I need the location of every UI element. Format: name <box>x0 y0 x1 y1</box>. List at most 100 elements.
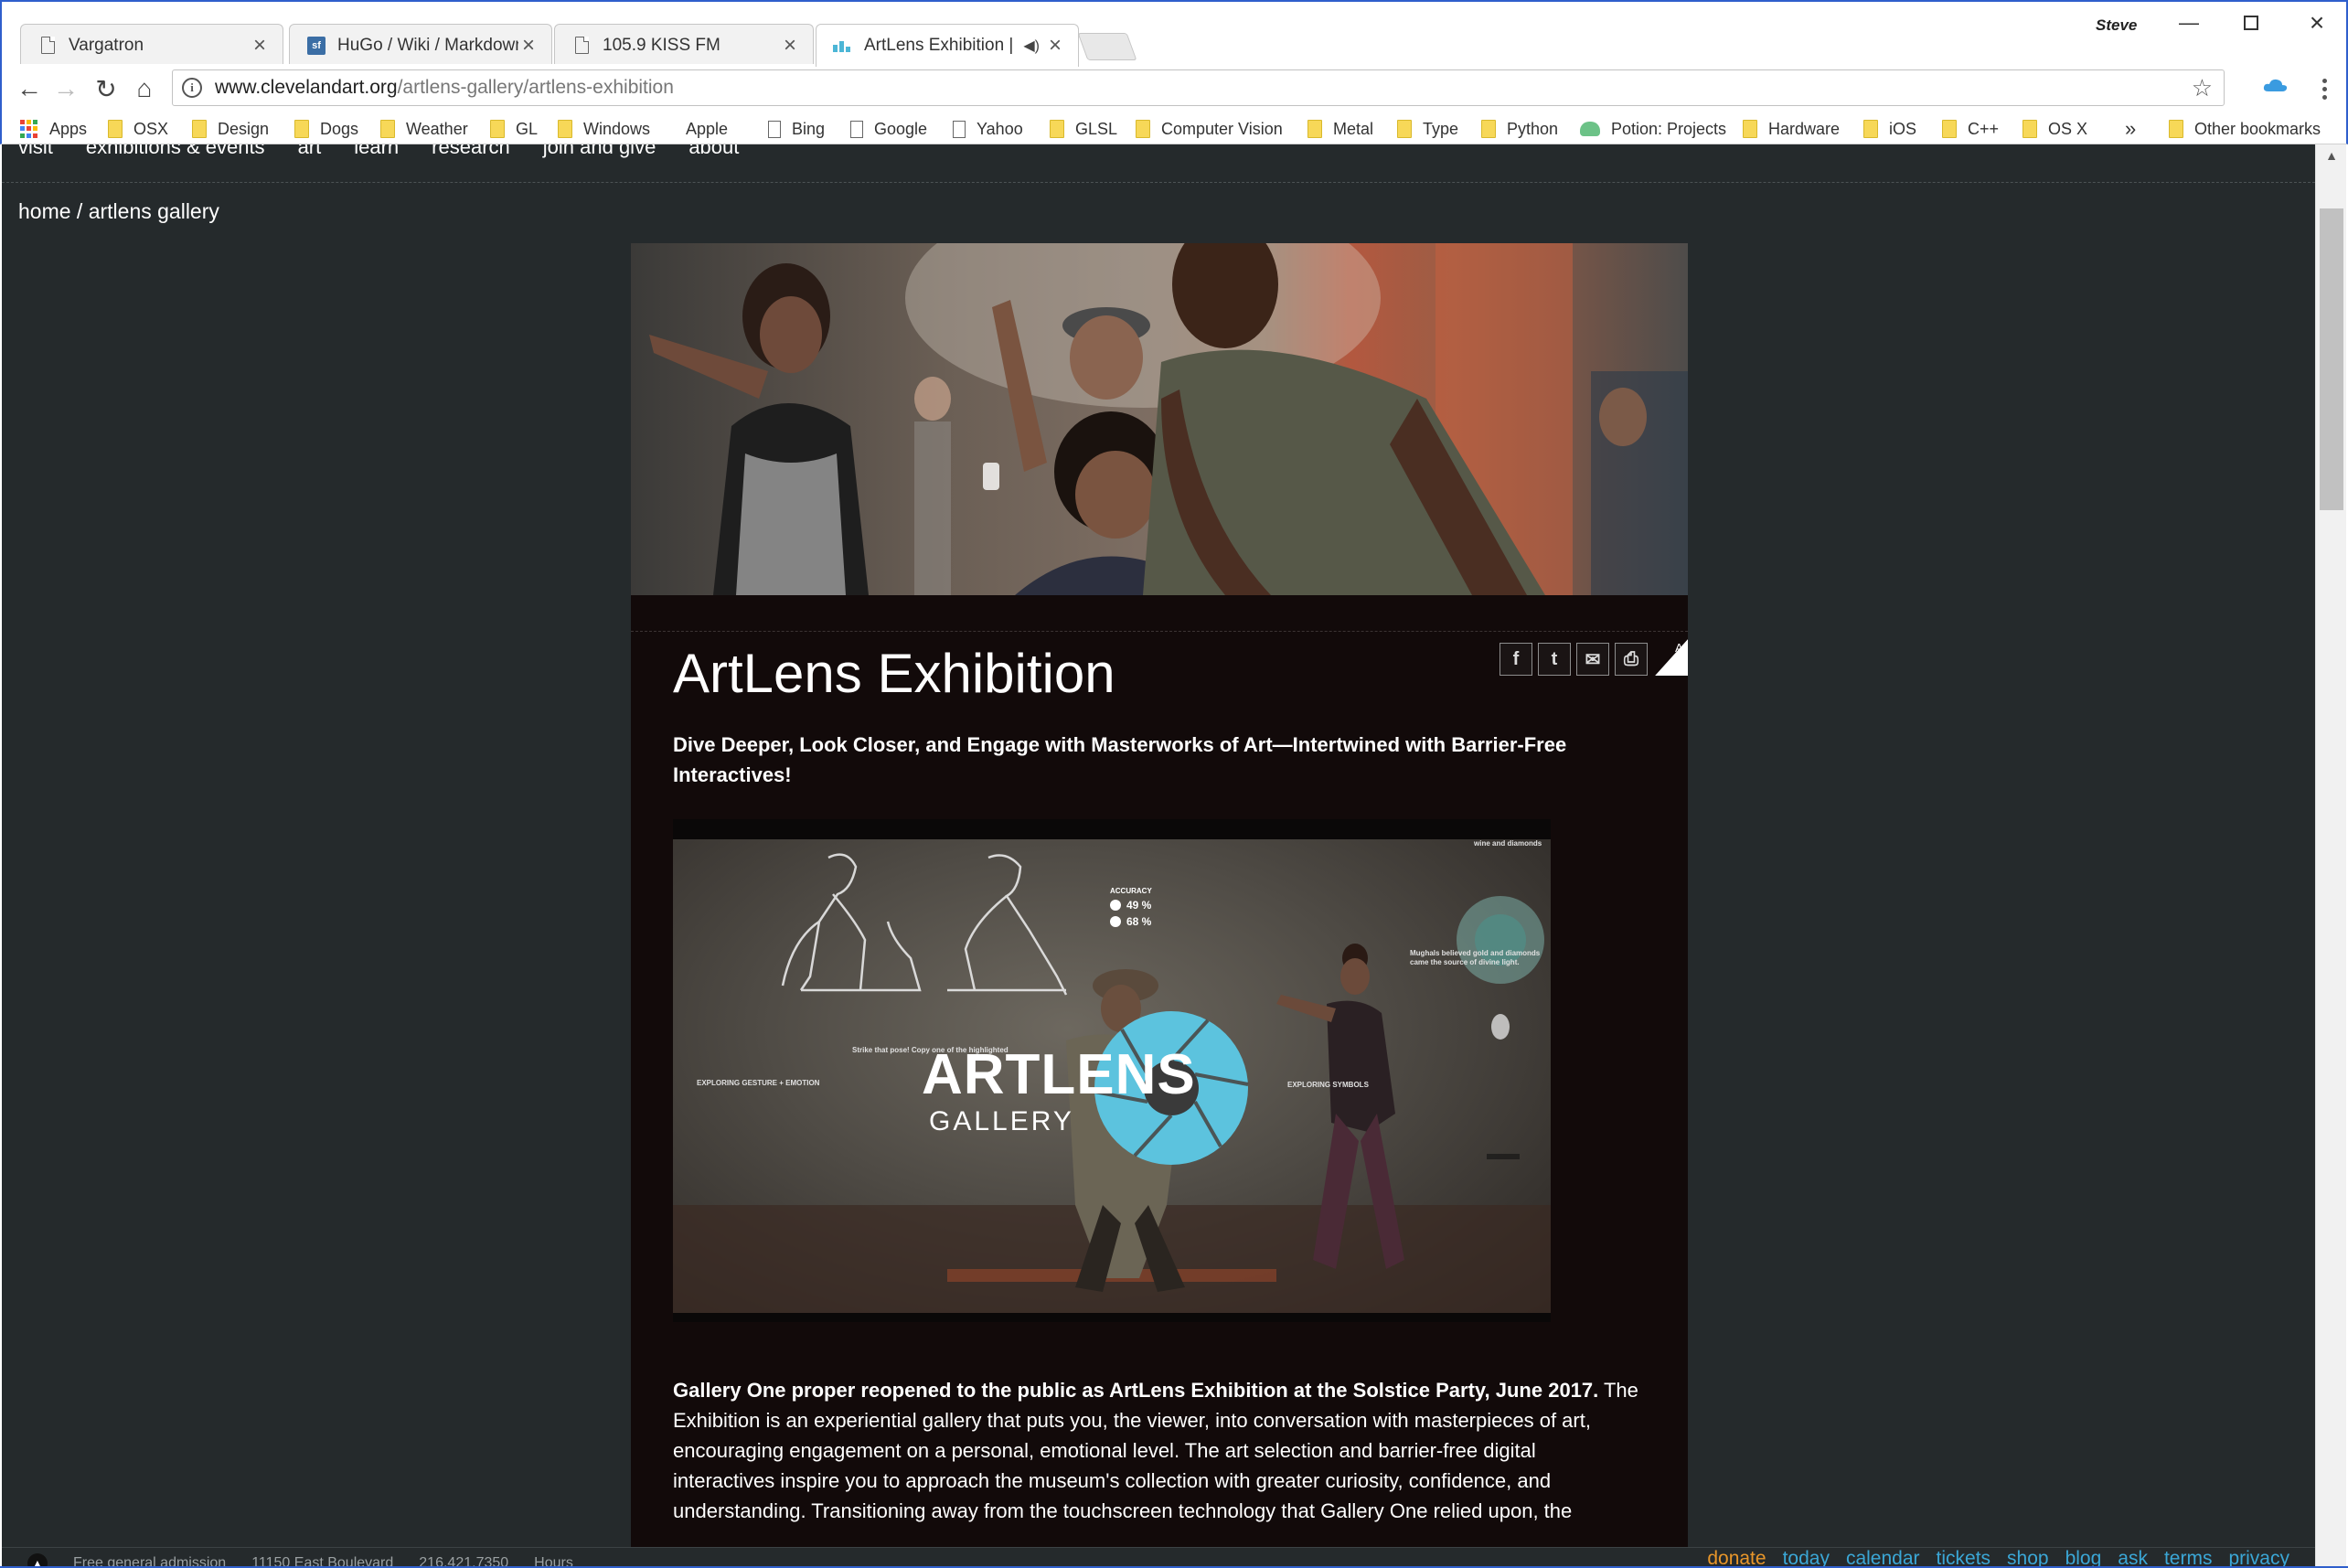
footer-link-privacy[interactable]: privacy <box>2228 1548 2289 1568</box>
bookmark-label: C++ <box>1968 119 2000 138</box>
footer-link-tickets[interactable]: tickets <box>1937 1548 1991 1568</box>
font-size-toggle-icon[interactable]: A <box>1655 639 1688 676</box>
video-player[interactable]: ACCURACY 49 % 68 % Strike that pose! Cop… <box>673 819 1551 1322</box>
close-icon[interactable]: × <box>1045 33 1065 59</box>
bookmark-apple[interactable]: Apple <box>675 116 728 142</box>
twitter-icon[interactable]: t <box>1538 643 1571 676</box>
tab-hugo-wiki[interactable]: sf HuGo / Wiki / Markdown × <box>289 24 552 66</box>
bookmark-apps[interactable]: Apps <box>20 116 87 142</box>
minimize-icon[interactable]: — <box>2171 9 2207 37</box>
bookmark-star-icon[interactable]: ☆ <box>2192 74 2213 102</box>
reload-icon[interactable]: ↻ <box>90 73 123 104</box>
bookmark-metal[interactable]: Metal <box>1307 116 1373 142</box>
font-size-label: A <box>1675 641 1683 655</box>
nav-visit[interactable]: visit <box>18 144 53 166</box>
bookmark-label: Google <box>874 119 928 138</box>
article-subtitle: Dive Deeper, Look Closer, and Engage wit… <box>673 733 1567 786</box>
page-title: ArtLens Exhibition <box>673 643 1115 704</box>
site-footer: ▲ Free general admission 11150 East Boul… <box>2 1547 2315 1568</box>
bookmark-weather[interactable]: Weather <box>380 116 468 142</box>
bookmark-ios[interactable]: iOS <box>1863 116 1916 142</box>
url-path: /artlens-gallery/artlens-exhibition <box>397 77 674 98</box>
profile-button[interactable]: Steve <box>2096 16 2137 35</box>
address-bar[interactable]: i www.clevelandart.org/artlens-gallery/a… <box>172 69 2225 106</box>
home-icon[interactable]: ⌂ <box>128 73 161 104</box>
video-frame: ACCURACY 49 % 68 % Strike that pose! Cop… <box>673 839 1551 1313</box>
bookmarks-overflow-chevron[interactable]: » <box>2125 116 2136 142</box>
footer-link-terms[interactable]: terms <box>2164 1548 2213 1568</box>
bookmark-yahoo[interactable]: Yahoo <box>953 116 1023 142</box>
article-divider <box>631 631 1688 632</box>
bookmark-glsl[interactable]: GLSL <box>1050 116 1117 142</box>
video-corner-label: wine and diamonds <box>1474 839 1542 848</box>
video-left-label: EXPLORING GESTURE + EMOTION <box>697 1079 820 1087</box>
nav-join-and-give[interactable]: join and give <box>543 144 656 166</box>
footer-link-blog[interactable]: blog <box>2065 1548 2102 1568</box>
bookmark-cpp[interactable]: C++ <box>1942 116 1999 142</box>
close-icon[interactable]: × <box>518 33 539 59</box>
menu-kebab-icon[interactable] <box>2315 73 2333 104</box>
close-icon[interactable]: × <box>780 33 800 59</box>
close-window-icon[interactable]: × <box>2299 8 2335 37</box>
bookmark-design[interactable]: Design <box>192 116 269 142</box>
scroll-up-arrow-icon[interactable]: ▲ <box>2316 144 2347 166</box>
bookmark-type[interactable]: Type <box>1397 116 1458 142</box>
folder-icon <box>1743 120 1757 138</box>
bookmark-hardware[interactable]: Hardware <box>1743 116 1840 142</box>
other-bookmarks[interactable]: Other bookmarks <box>2169 116 2321 142</box>
bookmark-label: Hardware <box>1768 119 1841 138</box>
nav-research[interactable]: research <box>432 144 510 166</box>
breadcrumb[interactable]: home / artlens gallery <box>18 199 219 224</box>
print-icon[interactable]: ⎙ <box>1615 643 1648 676</box>
email-icon[interactable]: ✉ <box>1576 643 1609 676</box>
bookmark-dogs[interactable]: Dogs <box>294 116 358 142</box>
tab-vargatron[interactable]: Vargatron × <box>20 24 283 66</box>
bookmark-python[interactable]: Python <box>1481 116 1558 142</box>
footer-link-calendar[interactable]: calendar <box>1846 1548 1920 1568</box>
bookmark-label: Windows <box>583 119 651 138</box>
new-tab-button[interactable] <box>1077 33 1137 60</box>
bookmark-label: Computer Vision <box>1161 119 1283 138</box>
vertical-scrollbar[interactable]: ▲ <box>2315 144 2346 1568</box>
page-icon <box>768 120 781 138</box>
folder-icon <box>1136 120 1150 138</box>
footer-link-donate[interactable]: donate <box>1707 1548 1766 1568</box>
footer-link-shop[interactable]: shop <box>2007 1548 2049 1568</box>
bookmark-osx[interactable]: OSX <box>108 116 168 142</box>
nav-exhibitions-events[interactable]: exhibitions & events <box>86 144 265 166</box>
info-icon[interactable]: i <box>182 78 202 98</box>
tab-artlens-exhibition[interactable]: ArtLens Exhibition | Cl ◀) × <box>816 24 1079 67</box>
bookmark-label: Weather <box>406 119 468 138</box>
bookmarks-bar: Apps OSX Design Dogs Weather GL Windows … <box>0 113 2348 144</box>
facebook-icon[interactable]: f <box>1500 643 1532 676</box>
bookmark-label: Type <box>1423 119 1459 138</box>
bookmark-bing[interactable]: Bing <box>768 116 825 142</box>
tab-kiss-fm[interactable]: 105.9 KISS FM × <box>554 24 814 66</box>
back-arrow-icon[interactable]: ← <box>13 73 46 104</box>
folder-icon <box>1307 120 1322 138</box>
close-icon[interactable]: × <box>250 33 270 59</box>
folder-icon <box>294 120 309 138</box>
bookmark-computer-vision[interactable]: Computer Vision <box>1136 116 1283 142</box>
bookmark-gl[interactable]: GL <box>490 116 538 142</box>
apps-icon <box>20 120 38 138</box>
maximize-icon[interactable] <box>2233 9 2269 37</box>
folder-icon <box>1050 120 1064 138</box>
tab-strip: Vargatron × sf HuGo / Wiki / Markdown × … <box>0 0 2348 67</box>
bookmark-label: Apps <box>49 119 88 138</box>
footer-link-today[interactable]: today <box>1783 1548 1830 1568</box>
bookmark-google[interactable]: Google <box>850 116 927 142</box>
scrollbar-thumb[interactable] <box>2320 208 2343 510</box>
nav-art[interactable]: art <box>298 144 322 166</box>
bookmark-windows[interactable]: Windows <box>558 116 650 142</box>
forward-arrow-icon[interactable]: → <box>49 73 82 104</box>
speaker-icon[interactable]: ◀) <box>1023 37 1040 55</box>
bookmark-potion-projects[interactable]: Potion: Projects <box>1580 116 1726 142</box>
folder-icon <box>558 120 572 138</box>
bookmark-os-x[interactable]: OS X <box>2022 116 2087 142</box>
nav-about[interactable]: about <box>688 144 739 166</box>
bookmark-label: iOS <box>1889 119 1917 138</box>
nav-learn[interactable]: learn <box>354 144 399 166</box>
cloud-icon[interactable] <box>2263 77 2289 93</box>
footer-link-ask[interactable]: ask <box>2118 1548 2148 1568</box>
